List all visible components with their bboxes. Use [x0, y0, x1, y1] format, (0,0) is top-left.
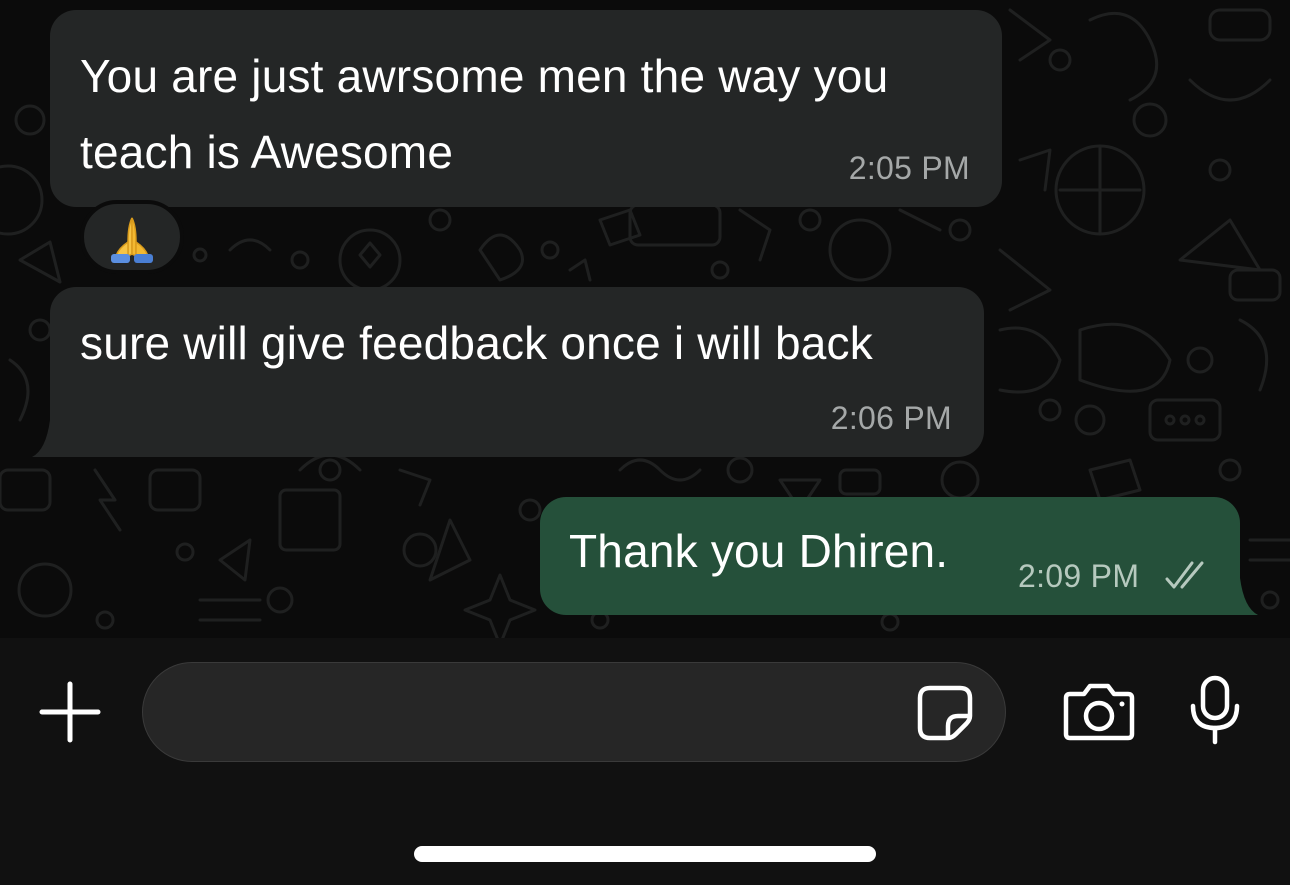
message-text: You are just awrsome men the way you tea… — [80, 50, 889, 178]
sticker-icon[interactable] — [916, 684, 974, 742]
folded-hands-emoji — [111, 217, 153, 263]
message-bubble-outgoing[interactable]: Thank you Dhiren. 2:09 PM — [540, 497, 1240, 615]
camera-icon[interactable] — [1062, 682, 1136, 742]
chat-screen: You are just awrsome men the way you tea… — [0, 0, 1290, 885]
home-indicator[interactable] — [414, 846, 876, 862]
plus-icon[interactable] — [38, 680, 102, 744]
bubble-tail — [1222, 578, 1258, 615]
message-bubble-incoming[interactable]: sure will give feedback once i will back… — [50, 287, 984, 457]
bubble-tail — [32, 420, 68, 457]
message-timestamp: 2:06 PM — [830, 400, 952, 436]
message-timestamp: 2:05 PM — [848, 150, 970, 186]
message-timestamp: 2:09 PM — [1018, 558, 1140, 594]
message-text: sure will give feedback once i will back — [80, 317, 873, 369]
composer-bar — [0, 638, 1290, 885]
double-check-icon — [1165, 561, 1204, 589]
microphone-icon[interactable] — [1188, 674, 1242, 746]
message-reaction[interactable] — [80, 200, 184, 274]
message-list[interactable]: You are just awrsome men the way you tea… — [0, 0, 1290, 638]
message-input[interactable] — [142, 662, 1006, 762]
message-text: Thank you Dhiren. — [569, 525, 949, 577]
message-bubble-incoming[interactable]: You are just awrsome men the way you tea… — [50, 10, 1002, 207]
